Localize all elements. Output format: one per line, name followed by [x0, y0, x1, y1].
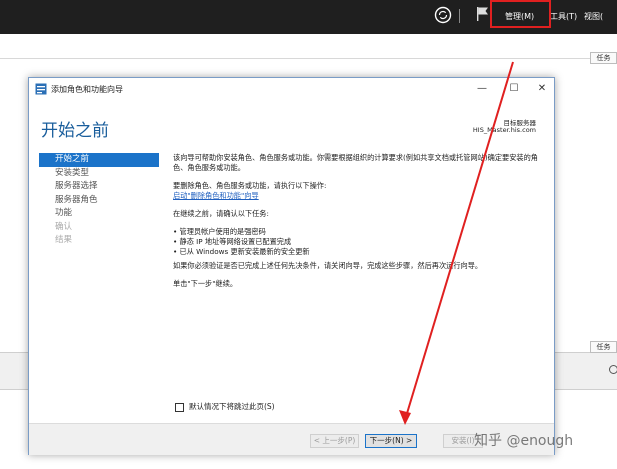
menu-view[interactable]: 视图( [584, 11, 603, 22]
nav-step-installation-type[interactable]: 安装类型 [39, 167, 159, 181]
close-button[interactable]: ✕ [531, 81, 553, 97]
add-roles-wizard-window: 添加角色和功能向导 — ☐ ✕ 开始之前 目标服务器 HIS_Master.hi… [28, 77, 555, 455]
menu-tools[interactable]: 工具(T) [550, 11, 577, 22]
wizard-content: 该向导可帮助你安装角色、角色服务或功能。你需要根据组织的计算要求(例如共享文档或… [173, 153, 548, 289]
server-manager-toolbar: 管理(M) 工具(T) 视图( [0, 0, 617, 34]
nav-step-server-roles[interactable]: 服务器角色 [39, 194, 159, 208]
task-item: • 已从 Windows 更新安装最新的安全更新 [173, 247, 310, 256]
toolbar-separator [459, 9, 460, 23]
expand-icon[interactable] [609, 365, 617, 374]
skip-page-label[interactable]: 默认情况下将跳过此页(S) [189, 402, 275, 411]
task-item: • 静态 IP 地址等网络设置已配置完成 [173, 237, 292, 246]
previous-button: < 上一步(P) [310, 434, 359, 448]
minimize-button[interactable]: — [471, 81, 493, 97]
maximize-button[interactable]: ☐ [503, 81, 525, 97]
nav-step-before-you-begin[interactable]: 开始之前 [39, 153, 159, 167]
next-button[interactable]: 下一步(N) > [365, 434, 417, 448]
panel-divider [0, 58, 617, 59]
window-titlebar[interactable]: 添加角色和功能向导 — ☐ ✕ [29, 78, 554, 100]
skip-page-row[interactable]: 默认情况下将跳过此页(S) [175, 401, 275, 412]
nav-step-server-selection[interactable]: 服务器选择 [39, 180, 159, 194]
manage-menu-highlight [490, 0, 551, 28]
task-item: • 管理员帐户使用的是强密码 [173, 227, 266, 236]
page-title: 开始之前 [41, 121, 109, 141]
server-manager-app-icon [35, 83, 47, 95]
notification-flag-icon[interactable] [476, 6, 490, 22]
tasks-button[interactable]: 任务 [590, 52, 617, 64]
nav-step-results: 结果 [55, 235, 73, 245]
continue-hint: 单击"下一步"继续。 [173, 279, 238, 288]
intro-text: 该向导可帮助你安装角色、角色服务或功能。你需要根据组织的计算要求(例如共享文档或… [173, 153, 538, 172]
watermark: 知乎 @enough [474, 433, 574, 449]
nav-step-features[interactable]: 功能 [39, 207, 159, 221]
prerequisite-note: 如果你必须验证是否已完成上述任何先决条件，请关闭向导，完成这些步骤，然后再次运行… [173, 261, 483, 270]
refresh-icon[interactable] [434, 6, 452, 24]
wizard-step-nav: 开始之前 安装类型 服务器选择 服务器角色 功能 确认 结果 [39, 153, 159, 248]
tasks-button[interactable]: 任务 [590, 341, 617, 353]
remove-prompt: 要删除角色、角色服务或功能，请执行以下操作: [173, 181, 327, 190]
target-server-name: HIS_Master.his.com [472, 126, 536, 134]
wizard-header: 开始之前 目标服务器 HIS_Master.his.com [29, 100, 554, 145]
skip-page-checkbox[interactable] [175, 402, 184, 412]
verify-prompt: 在继续之前，请确认以下任务: [173, 209, 269, 218]
remove-roles-wizard-link[interactable]: 启动"删除角色和功能"向导 [173, 191, 548, 201]
nav-step-confirmation: 确认 [55, 221, 73, 232]
window-title: 添加角色和功能向导 [51, 85, 123, 94]
